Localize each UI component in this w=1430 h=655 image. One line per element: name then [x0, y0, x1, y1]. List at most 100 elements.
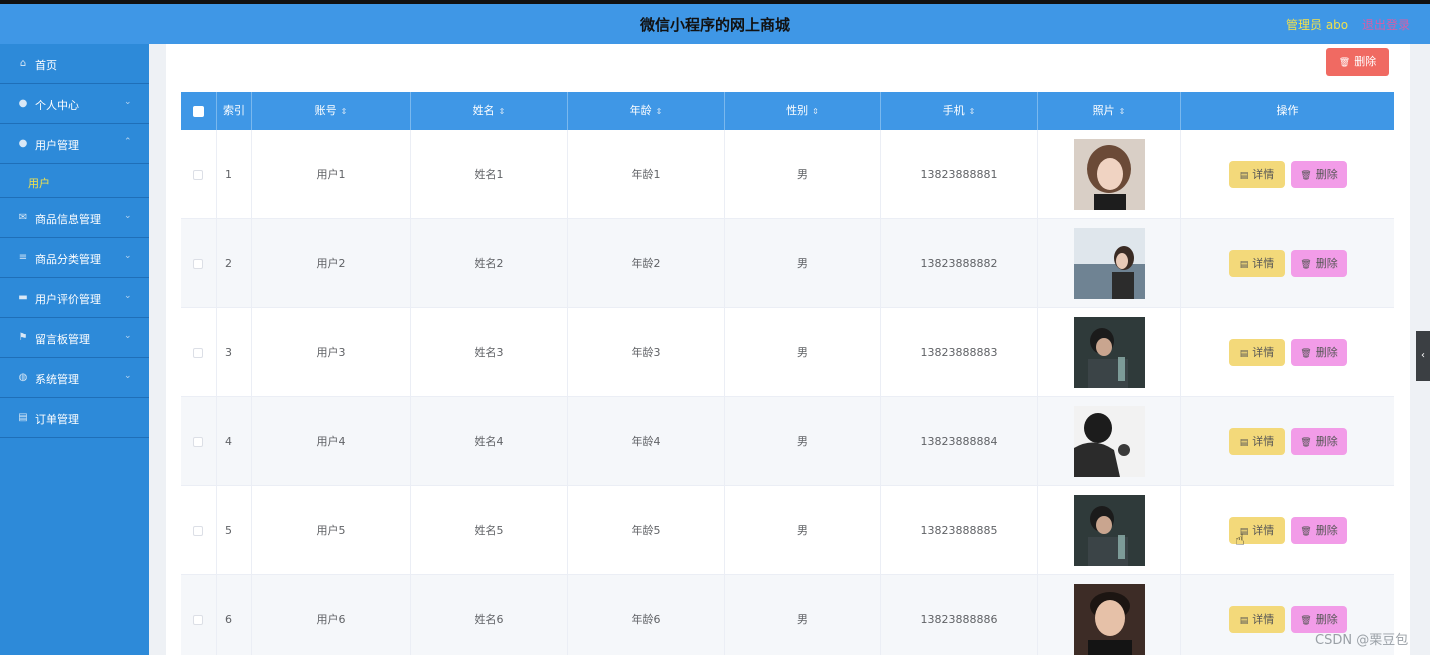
sidebar-item-product-category[interactable]: ≡ 商品分类管理 ⌄	[0, 238, 149, 278]
header-phone[interactable]: 手机 ⇕	[881, 92, 1038, 130]
document-icon: ▤	[1239, 438, 1249, 448]
table-row: 5 用户5 姓名5 年龄5 男 13823888885 ▤ 详情 🗑 删除	[181, 486, 1394, 575]
row-phone: 13823888883	[881, 308, 1038, 397]
delete-button[interactable]: 🗑 删除	[1291, 339, 1347, 366]
sidebar-item-label: 留言板管理	[35, 333, 90, 346]
detail-label: 详情	[1252, 613, 1275, 626]
delete-button[interactable]: 🗑 删除	[1291, 250, 1347, 277]
sidebar-item-profile[interactable]: ● 个人中心 ⌄	[0, 84, 149, 124]
trash-icon: 🗑	[1338, 58, 1351, 68]
row-checkbox[interactable]	[193, 170, 203, 180]
clipboard-icon: ▤	[18, 412, 28, 423]
delete-label: 删除	[1315, 346, 1338, 359]
sidebar-item-orders[interactable]: ▤ 订单管理	[0, 398, 149, 438]
row-gender: 男	[725, 130, 881, 219]
sidebar-item-user-management[interactable]: ● 用户管理 ⌃	[0, 124, 149, 164]
header-account[interactable]: 账号 ⇕	[252, 92, 411, 130]
sidebar-item-home[interactable]: ⌂ 首页	[0, 44, 149, 84]
row-checkbox[interactable]	[193, 259, 203, 269]
row-actions: ▤ 详情 🗑 删除	[1181, 486, 1394, 575]
row-select-cell	[181, 486, 217, 575]
row-account: 用户4	[252, 397, 411, 486]
row-index: 3	[217, 308, 252, 397]
sort-icon[interactable]: ⇕	[341, 107, 348, 116]
user-photo	[1074, 584, 1145, 655]
row-gender: 男	[725, 219, 881, 308]
header-gender[interactable]: 性别 ⇕	[725, 92, 881, 130]
trash-icon: 🗑	[1300, 171, 1312, 181]
header-name[interactable]: 姓名 ⇕	[411, 92, 568, 130]
row-photo-cell	[1038, 219, 1181, 308]
row-phone: 13823888886	[881, 575, 1038, 655]
row-actions: ▤ 详情 🗑 删除	[1181, 130, 1394, 219]
row-index: 5	[217, 486, 252, 575]
sidebar-item-system[interactable]: ◍ 系统管理 ⌄	[0, 358, 149, 398]
row-photo-cell	[1038, 308, 1181, 397]
header-index: 索引	[217, 92, 252, 130]
mail-icon: ✉	[18, 212, 28, 223]
detail-label: 详情	[1252, 524, 1275, 537]
row-select-cell	[181, 308, 217, 397]
row-checkbox[interactable]	[193, 526, 203, 536]
logout-link[interactable]: 退出登录	[1362, 16, 1410, 33]
batch-delete-button[interactable]: 🗑 删除	[1326, 48, 1389, 76]
header-label: 操作	[1276, 104, 1299, 117]
side-drawer-toggle[interactable]: ‹	[1416, 331, 1430, 381]
row-checkbox[interactable]	[193, 615, 203, 625]
sidebar-item-label: 商品分类管理	[35, 253, 101, 266]
row-index: 4	[217, 397, 252, 486]
sidebar-item-reviews[interactable]: ▬ 用户评价管理 ⌄	[0, 278, 149, 318]
chevron-down-icon: ⌄	[124, 211, 132, 221]
row-name: 姓名6	[411, 575, 568, 655]
header-age[interactable]: 年龄 ⇕	[568, 92, 725, 130]
row-name: 姓名1	[411, 130, 568, 219]
row-index: 6	[217, 575, 252, 655]
chevron-up-icon: ⌃	[124, 137, 132, 147]
sidebar-item-product-info[interactable]: ✉ 商品信息管理 ⌄	[0, 198, 149, 238]
row-age: 年龄2	[568, 219, 725, 308]
user-table: 索引 账号 ⇕ 姓名 ⇕ 年龄 ⇕ 性别 ⇕ 手机 ⇕ 照片 ⇕ 操作 1 用户1 姓名1 …	[181, 92, 1394, 655]
user-photo	[1074, 495, 1145, 566]
detail-button[interactable]: ▤ 详情	[1229, 339, 1285, 366]
detail-label: 详情	[1252, 435, 1275, 448]
sort-icon[interactable]: ⇕	[1119, 107, 1126, 116]
sidebar-item-label: 商品信息管理	[35, 213, 101, 226]
delete-button[interactable]: 🗑 删除	[1291, 428, 1347, 455]
header-select-all	[181, 92, 217, 130]
delete-button[interactable]: 🗑 删除	[1291, 161, 1347, 188]
row-checkbox[interactable]	[193, 437, 203, 447]
header-photo[interactable]: 照片 ⇕	[1038, 92, 1181, 130]
row-gender: 男	[725, 397, 881, 486]
hand-cursor-icon: ☝	[1235, 530, 1245, 549]
sidebar-item-label: 系统管理	[35, 373, 79, 386]
detail-button[interactable]: ▤ 详情	[1229, 428, 1285, 455]
detail-button[interactable]: ▤ 详情	[1229, 250, 1285, 277]
detail-button[interactable]: ▤ 详情	[1229, 161, 1285, 188]
row-phone: 13823888882	[881, 219, 1038, 308]
select-all-checkbox[interactable]	[193, 106, 204, 117]
home-icon: ⌂	[19, 58, 27, 69]
sort-icon[interactable]: ⇕	[812, 107, 819, 116]
row-account: 用户3	[252, 308, 411, 397]
sort-icon[interactable]: ⇕	[656, 107, 663, 116]
row-age: 年龄3	[568, 308, 725, 397]
sort-icon[interactable]: ⇕	[969, 107, 976, 116]
header-label: 照片	[1092, 104, 1115, 117]
row-checkbox[interactable]	[193, 348, 203, 358]
row-phone: 13823888884	[881, 397, 1038, 486]
sidebar: ⌂ 首页 ● 个人中心 ⌄ ● 用户管理 ⌃ 用户 ✉ 商品信息管理 ⌄ ≡ 商…	[0, 44, 149, 655]
sidebar-item-message-board[interactable]: ⚑ 留言板管理 ⌄	[0, 318, 149, 358]
user-photo	[1074, 317, 1145, 388]
sidebar-subitem-users[interactable]: 用户	[0, 164, 149, 198]
header-label: 年龄	[629, 104, 652, 117]
row-name: 姓名4	[411, 397, 568, 486]
row-phone: 13823888881	[881, 130, 1038, 219]
sort-icon[interactable]: ⇕	[499, 107, 506, 116]
delete-button[interactable]: 🗑 删除	[1291, 517, 1347, 544]
trash-icon: 🗑	[1300, 260, 1312, 270]
detail-button[interactable]: ▤ 详情	[1229, 606, 1285, 633]
delete-label: 删除	[1315, 524, 1338, 537]
row-account: 用户6	[252, 575, 411, 655]
row-index: 1	[217, 130, 252, 219]
list-icon: ≡	[18, 252, 28, 263]
